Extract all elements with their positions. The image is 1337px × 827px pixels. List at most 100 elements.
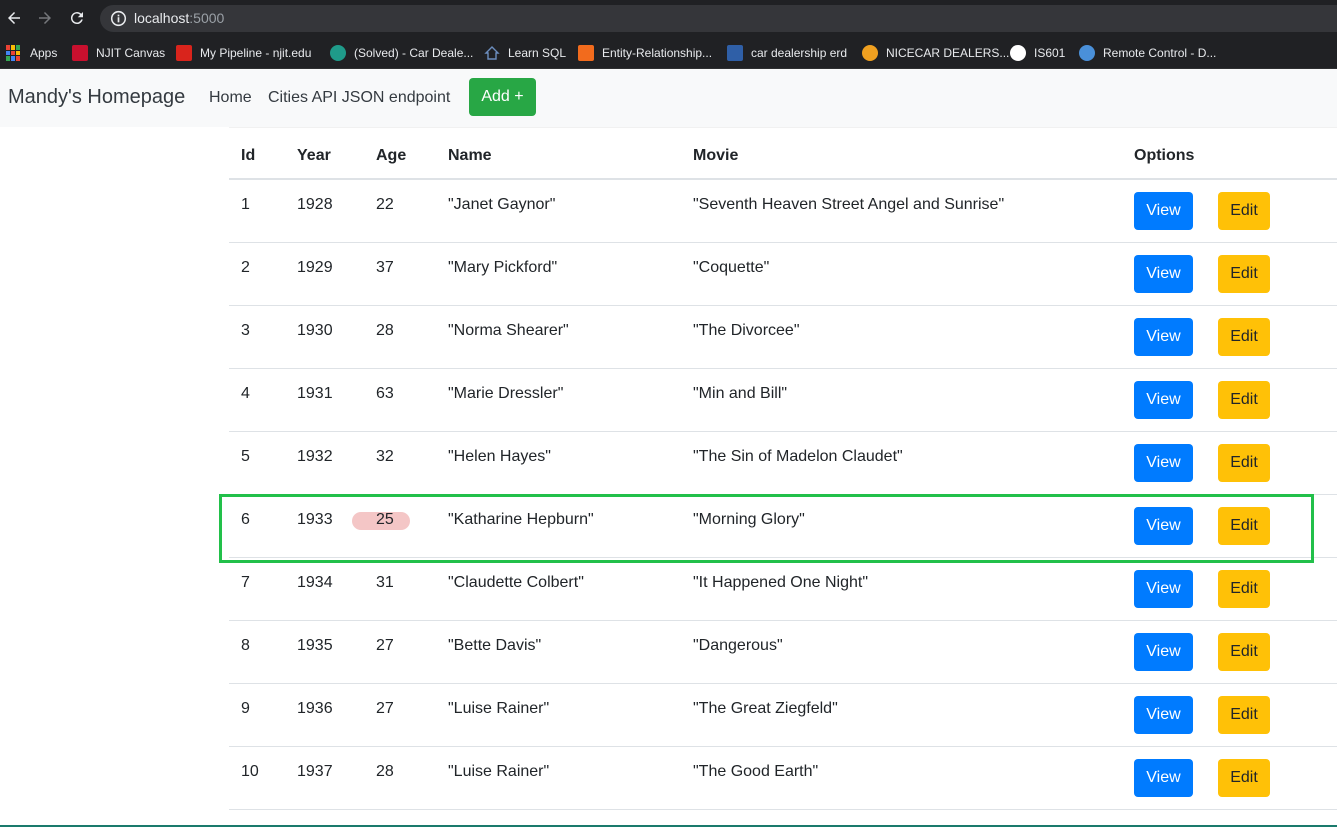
cell-year: 1934 [297, 574, 333, 591]
edit-button[interactable]: Edit [1218, 255, 1270, 293]
bookmark-label: Remote Control - D... [1103, 46, 1217, 60]
view-button[interactable]: View [1134, 255, 1193, 293]
cell-age: 63 [376, 385, 394, 402]
cell-name: "Norma Shearer" [448, 322, 569, 339]
cell-movie: "The Good Earth" [693, 763, 819, 780]
navbar-brand[interactable]: Mandy's Homepage [8, 86, 185, 109]
bookmark-car-dealer[interactable]: (Solved) - Car Deale... [330, 42, 473, 64]
table-header: Id Year Age Name Movie Options [229, 127, 1337, 180]
cell-movie: "Min and Bill" [693, 385, 788, 402]
navbar: Mandy's Homepage Home Cities API JSON en… [0, 69, 1337, 127]
table-row: 9 1936 27 "Luise Rainer" "The Great Ziegfeld… [229, 684, 1337, 747]
edit-button[interactable]: Edit [1218, 192, 1270, 230]
reload-icon[interactable] [65, 6, 89, 30]
table-row: 7 1934 31 "Claudette Colbert" "It Happened O… [229, 558, 1337, 621]
highlight-annotation [219, 494, 1314, 563]
bookmark-remote-control[interactable]: Remote Control - D... [1079, 42, 1216, 64]
url-port: :5000 [189, 10, 225, 26]
table-row: 1 1928 22 "Janet Gaynor" "Seventh Heaven Str… [229, 180, 1337, 243]
add-button[interactable]: Add + [469, 78, 536, 116]
cell-name: "Luise Rainer" [448, 700, 550, 717]
bookmarks-bar: Apps NJIT Canvas My Pipeline - njit.edu … [0, 37, 1337, 69]
cell-age: 28 [376, 763, 394, 780]
cell-id: 7 [241, 574, 250, 591]
cell-movie: "The Sin of Madelon Claudet" [693, 448, 903, 465]
browser-toolbar: localhost:5000 [0, 0, 1337, 37]
view-button[interactable]: View [1134, 381, 1193, 419]
cell-age: 37 [376, 259, 394, 276]
bookmark-label: Learn SQL [508, 46, 567, 60]
cell-year: 1930 [297, 322, 333, 339]
cell-year: 1928 [297, 196, 333, 213]
edit-button[interactable]: Edit [1218, 444, 1270, 482]
back-icon[interactable] [2, 6, 26, 30]
view-button[interactable]: View [1134, 318, 1193, 356]
cell-id: 9 [241, 700, 250, 717]
table-row: 2 1929 37 "Mary Pickford" "Coquette" View Edit [229, 243, 1337, 306]
nav-link-home[interactable]: Home [209, 89, 252, 107]
remote-control-icon [1079, 45, 1095, 61]
bookmark-njit-canvas[interactable]: NJIT Canvas [72, 42, 165, 64]
edit-button[interactable]: Edit [1218, 381, 1270, 419]
url-host: localhost [134, 10, 190, 26]
bookmark-nicecar-dealers[interactable]: NICECAR DEALERS... [862, 42, 1009, 64]
bookmark-label: IS601 [1034, 46, 1066, 60]
cell-age: 27 [376, 637, 394, 654]
bookmark-label: NJIT Canvas [96, 46, 166, 60]
view-button[interactable]: View [1134, 759, 1193, 797]
cell-name: "Luise Rainer" [448, 763, 550, 780]
header-movie: Movie [693, 147, 739, 164]
cell-name: "Helen Hayes" [448, 448, 551, 465]
edit-button[interactable]: Edit [1218, 759, 1270, 797]
edit-button[interactable]: Edit [1218, 570, 1270, 608]
edit-button[interactable]: Edit [1218, 633, 1270, 671]
view-button[interactable]: View [1134, 633, 1193, 671]
edit-button[interactable]: Edit [1218, 696, 1270, 734]
header-id: Id [241, 147, 256, 164]
cell-movie: "The Divorcee" [693, 322, 800, 339]
address-bar[interactable]: localhost:5000 [100, 5, 1337, 32]
njit-icon [72, 45, 88, 61]
cell-id: 5 [241, 448, 250, 465]
bookmark-label: Apps [30, 46, 58, 60]
cell-id: 4 [241, 385, 250, 402]
cell-age: 31 [376, 574, 394, 591]
view-button[interactable]: View [1134, 570, 1193, 608]
bookmark-learn-sql[interactable]: Learn SQL [484, 42, 566, 64]
bookmark-label: (Solved) - Car Deale... [354, 46, 474, 60]
bookmark-my-pipeline[interactable]: My Pipeline - njit.edu [176, 42, 311, 64]
house-icon [484, 45, 500, 61]
header-year: Year [297, 147, 331, 164]
bookmark-entity-relationship[interactable]: Entity-Relationship... [578, 42, 712, 64]
view-button[interactable]: View [1134, 696, 1193, 734]
coursehero-icon [330, 45, 346, 61]
header-options: Options [1134, 147, 1195, 164]
bookmark-apps[interactable]: Apps [6, 42, 57, 64]
nav-link-cities-api[interactable]: Cities API JSON endpoint [268, 89, 450, 107]
view-button[interactable]: View [1134, 444, 1193, 482]
table-row: 5 1932 32 "Helen Hayes" "The Sin of Madelon … [229, 432, 1337, 495]
cell-age: 27 [376, 700, 394, 717]
nicecar-icon [862, 45, 878, 61]
cell-year: 1931 [297, 385, 333, 402]
table-row: 8 1935 27 "Bette Davis" "Dangerous" View Edit [229, 621, 1337, 684]
cell-movie: "Coquette" [693, 259, 770, 276]
site-info-icon[interactable] [110, 10, 127, 27]
pipeline-icon [176, 45, 192, 61]
cell-year: 1937 [297, 763, 333, 780]
bookmark-car-dealership-erd[interactable]: car dealership erd [727, 42, 847, 64]
cell-year: 1932 [297, 448, 333, 465]
forward-icon[interactable] [33, 6, 57, 30]
cell-id: 2 [241, 259, 250, 276]
table-row: 4 1931 63 "Marie Dressler" "Min and Bill" Vie… [229, 369, 1337, 432]
cell-age: 28 [376, 322, 394, 339]
view-button[interactable]: View [1134, 192, 1193, 230]
url-text: localhost:5000 [134, 10, 224, 26]
bookmark-is601[interactable]: IS601 [1010, 42, 1065, 64]
cell-name: "Bette Davis" [448, 637, 542, 654]
data-table: Id Year Age Name Movie Options 1 1928 22 "J… [229, 127, 1337, 827]
apps-grid-icon [6, 45, 22, 61]
bookmark-label: Entity-Relationship... [602, 46, 713, 60]
header-name: Name [448, 147, 492, 164]
edit-button[interactable]: Edit [1218, 318, 1270, 356]
